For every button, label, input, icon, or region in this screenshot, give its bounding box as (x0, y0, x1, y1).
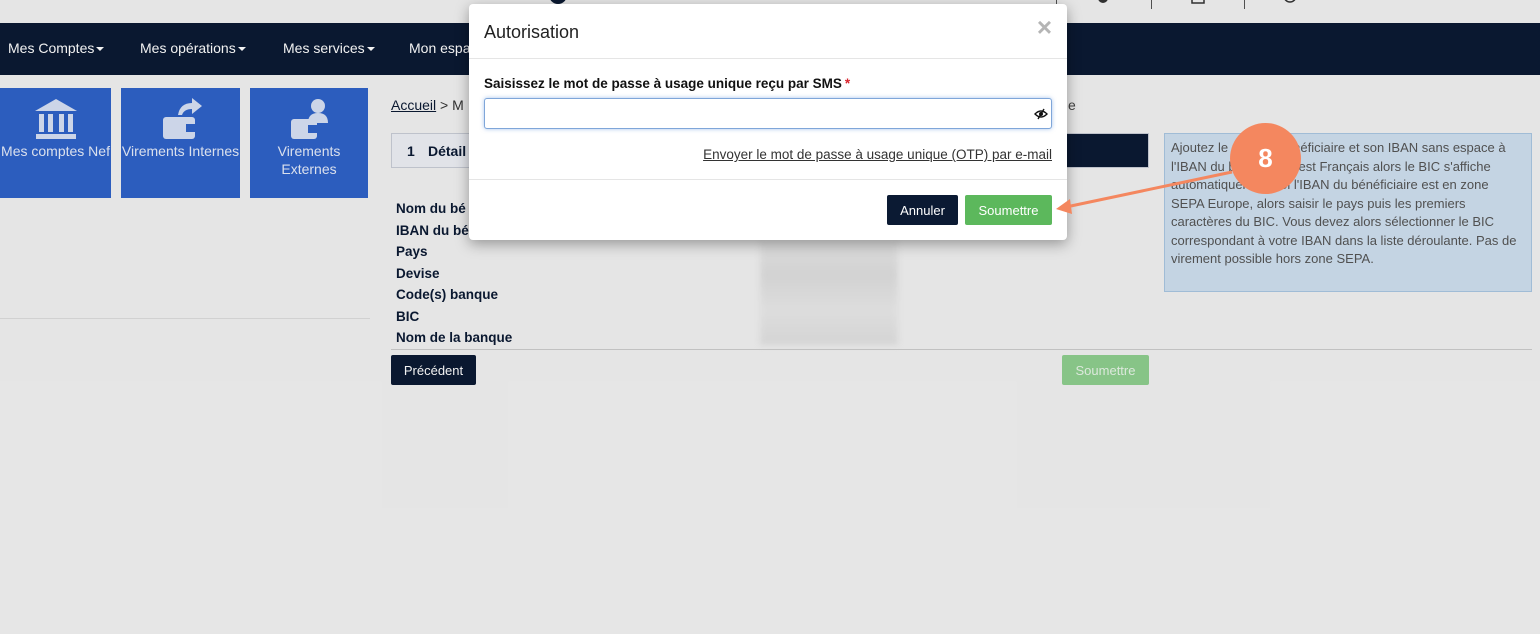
tile-label: Mes comptes Nef (1, 143, 110, 159)
top-separator (1244, 0, 1245, 9)
tile-label: Virements Externes (277, 143, 341, 177)
step-callout-badge: 8 (1230, 123, 1301, 194)
detail-label: Pays (396, 244, 428, 259)
wallet-transfer-icon (121, 96, 240, 142)
detail-label: BIC (396, 308, 420, 324)
nav-label: Mon espa (409, 40, 471, 56)
previous-button[interactable]: Précédent (391, 355, 476, 385)
caret-down-icon (96, 47, 105, 52)
authorization-modal: Autorisation × Saisissez le mot de passe… (469, 4, 1067, 240)
user-transfer-icon (250, 96, 368, 142)
nav-label: Mes Comptes (8, 40, 95, 56)
detail-label: Code(s) banque (396, 287, 499, 302)
divider (469, 179, 1067, 180)
modal-title: Autorisation (484, 22, 580, 42)
bank-icon (0, 96, 111, 142)
eye-icon[interactable] (1034, 107, 1048, 121)
otp-input[interactable] (484, 98, 1052, 129)
nav-label: Mes services (283, 40, 365, 56)
divider (469, 58, 1067, 59)
info-box: Ajoutez le nom du bénéficiaire et son IB… (1164, 133, 1532, 292)
top-separator (1151, 0, 1152, 9)
breadcrumb-suffix: e (1068, 97, 1076, 113)
breadcrumb-home[interactable]: Accueil (391, 97, 436, 113)
detail-label: Devise (396, 265, 440, 281)
nav-mes-services[interactable]: Mes services (283, 40, 375, 56)
required-mark: * (844, 76, 851, 91)
step-label[interactable]: Détail (428, 143, 466, 159)
settings-icon[interactable] (1095, 0, 1111, 7)
breadcrumb-item[interactable]: M (452, 97, 464, 113)
submit-button-disabled[interactable]: Soumettre (1062, 355, 1149, 385)
otp-field-label: Saisissez le mot de passe à usage unique… (484, 76, 850, 91)
caret-down-icon (237, 47, 246, 52)
breadcrumb: Accueil > M (391, 97, 464, 113)
close-icon[interactable]: × (1037, 14, 1052, 40)
divider (0, 318, 370, 319)
tile-mes-comptes[interactable]: Mes comptes Nef (0, 88, 111, 198)
submit-button[interactable]: Soumettre (965, 195, 1052, 225)
tile-virements-externes[interactable]: Virements Externes (250, 88, 368, 198)
tile-virements-internes[interactable]: Virements Internes (121, 88, 240, 198)
nav-mes-operations[interactable]: Mes opérations (140, 40, 246, 56)
nav-mon-espace[interactable]: Mon espa (409, 40, 470, 56)
blurred-values (760, 240, 898, 345)
nav-mes-comptes[interactable]: Mes Comptes (8, 40, 105, 56)
tile-label: Virements Internes (121, 143, 240, 159)
detail-label: Nom de la banque (396, 330, 513, 345)
power-icon[interactable] (1282, 0, 1298, 6)
otp-label-text: Saisissez le mot de passe à usage unique… (484, 76, 842, 91)
send-otp-email-link[interactable]: Envoyer le mot de passe à usage unique (… (703, 147, 1052, 162)
nav-label: Mes opérations (140, 40, 236, 56)
calendar-icon[interactable] (1190, 0, 1206, 6)
step-number: 1 (407, 143, 415, 159)
caret-down-icon (366, 47, 375, 52)
breadcrumb-separator: > (440, 97, 449, 113)
cancel-button[interactable]: Annuler (887, 195, 958, 225)
divider (391, 349, 1532, 350)
step-active (1058, 134, 1148, 167)
